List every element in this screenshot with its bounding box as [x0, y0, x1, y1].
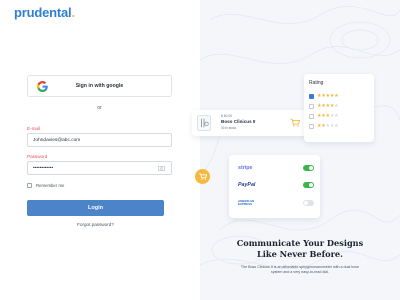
rating-row-3[interactable]: ★★★★★ — [309, 113, 339, 119]
password-value: •••••••••••• — [33, 165, 54, 171]
eye-icon[interactable] — [158, 166, 165, 171]
amex-toggle[interactable] — [303, 200, 314, 206]
cart-icon[interactable] — [290, 118, 300, 127]
remember-me-label: Remember me — [36, 183, 65, 188]
product-card[interactable]: $ 80.00 Boso Clinicus II 30 in stock — [192, 110, 307, 136]
rating-title: Rating — [309, 80, 324, 86]
brand-name: prudental — [14, 5, 72, 20]
product-stock: 30 in stock — [221, 126, 237, 130]
login-panel: prudental. Sign in with google or E-mail… — [0, 0, 200, 300]
headline-line-1: Communicate Your Designs — [236, 238, 364, 248]
promo-headline: Communicate Your Designs Like Never Befo… — [205, 238, 395, 260]
password-field[interactable]: •••••••••••• — [27, 161, 172, 175]
google-icon — [37, 81, 48, 92]
email-label: E-mail — [27, 126, 41, 131]
star-rating-icon: ★★★★★ — [317, 123, 339, 129]
promo-description: The Boso Clinicus II is an affordable sp… — [240, 265, 360, 275]
rating-row-4[interactable]: ★★★★★ — [309, 103, 339, 109]
payment-row-stripe: stripe — [238, 163, 314, 173]
rating-filter-card: Rating ★★★★★ ★★★★★ ★★★★★ ★★★★★ — [304, 74, 374, 142]
google-signin-label: Sign in with google — [75, 83, 124, 89]
login-button[interactable]: Login — [27, 200, 164, 216]
rating-row-2[interactable]: ★★★★★ — [309, 123, 339, 129]
cart-icon — [198, 173, 207, 180]
forgot-password-link[interactable]: Forgot password? — [27, 222, 164, 227]
checkbox-icon — [309, 124, 314, 129]
headline-line-2: Like Never Before. — [257, 249, 343, 259]
checkbox-icon — [309, 104, 314, 109]
cart-fab-button[interactable] — [195, 169, 210, 184]
rating-row-5[interactable]: ★★★★★ — [309, 93, 339, 99]
amex-logo: AMERICAN EXPRESS — [238, 198, 255, 206]
brand-dot: . — [71, 5, 75, 20]
email-value: Johndavies@abc.com — [33, 137, 81, 143]
password-label: Password — [27, 154, 48, 159]
remember-me-checkbox[interactable]: Remember me — [27, 183, 64, 188]
checkbox-checked-icon — [309, 94, 314, 99]
stripe-logo: stripe — [238, 165, 253, 171]
paypal-toggle[interactable] — [303, 182, 314, 188]
checkbox-icon — [309, 114, 314, 119]
star-rating-icon: ★★★★★ — [317, 103, 339, 109]
paypal-logo: PayPal — [238, 182, 256, 188]
product-price: $ 80.00 — [221, 114, 232, 118]
payment-row-paypal: PayPal — [238, 180, 314, 190]
product-name: Boso Clinicus II — [221, 119, 256, 124]
star-rating-icon: ★★★★★ — [317, 113, 339, 119]
stripe-toggle[interactable] — [303, 165, 314, 171]
product-image-icon — [197, 115, 211, 131]
google-signin-button[interactable]: Sign in with google — [27, 75, 172, 97]
brand-logo[interactable]: prudental. — [14, 5, 75, 20]
checkbox-icon — [27, 183, 32, 188]
or-divider: or — [97, 105, 102, 111]
star-rating-icon: ★★★★★ — [317, 93, 339, 99]
email-field[interactable]: Johndavies@abc.com — [27, 133, 172, 147]
payment-methods-card: stripe PayPal AMERICAN EXPRESS — [229, 155, 320, 218]
payment-row-amex: AMERICAN EXPRESS — [238, 198, 314, 208]
